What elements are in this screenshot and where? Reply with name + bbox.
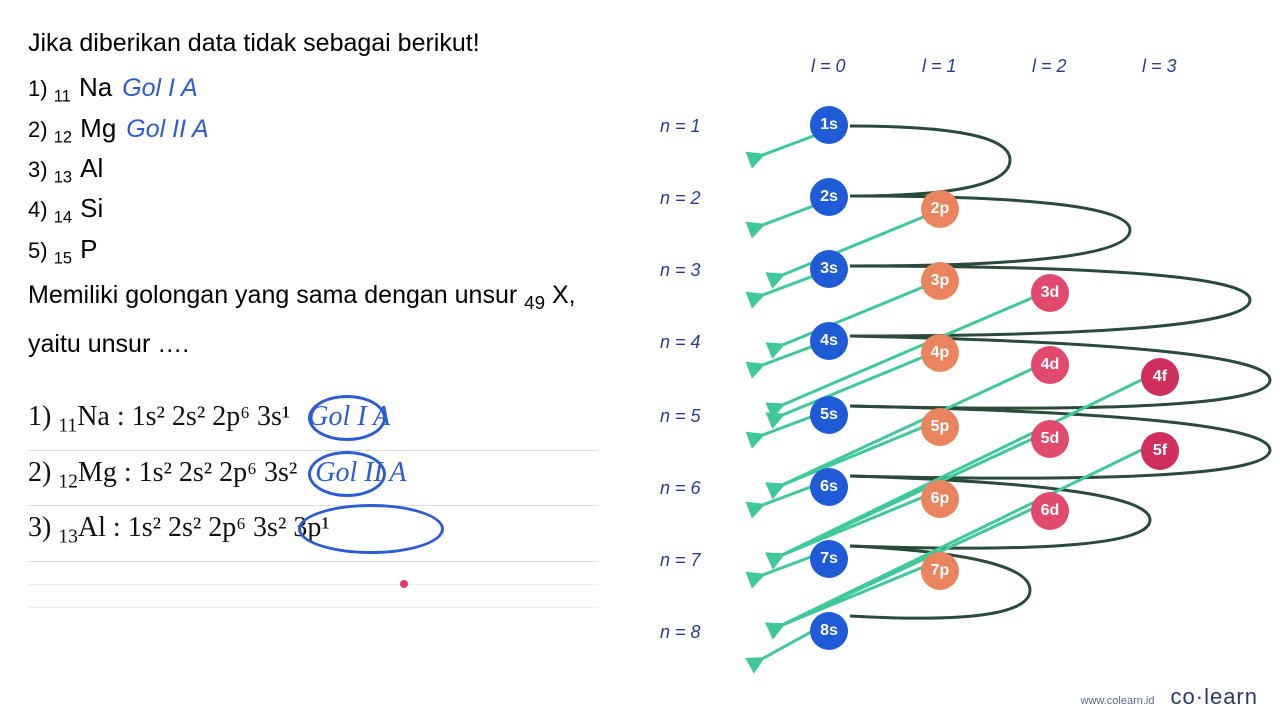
question-item: 1) 11 NaGol I A — [28, 72, 598, 106]
left-panel: Jika diberikan data tidak sebagai beriku… — [28, 20, 598, 608]
n-label: n = 4 — [660, 332, 701, 353]
l-header: l = 3 — [1142, 56, 1177, 77]
orbital-6p: 6p — [921, 480, 959, 518]
orbital-1s: 1s — [810, 106, 848, 144]
orbital-5f: 5f — [1141, 432, 1179, 470]
n-label: n = 2 — [660, 188, 701, 209]
orbital-3s: 3s — [810, 250, 848, 288]
closing-sub: 49 — [524, 292, 545, 313]
orbital-7p: 7p — [921, 552, 959, 590]
aufbau-diagram: l = 0 l = 1 l = 2 l = 3 n = 1 n = 2 n = 3 n = 4… — [660, 40, 1270, 690]
orbital-4d: 4d — [1031, 346, 1069, 384]
orbital-8s: 8s — [810, 612, 848, 650]
orbital-4s: 4s — [810, 322, 848, 360]
blank-line — [28, 584, 598, 585]
orbital-3p: 3p — [921, 262, 959, 300]
laser-pointer-icon — [400, 580, 408, 588]
work-line: 2) 12Mg : 1s² 2s² 2p⁶ 3s²Gol II A — [28, 451, 598, 507]
orbital-4p: 4p — [921, 334, 959, 372]
question-list: 1) 11 NaGol I A 2) 12 MgGol II A 3) 13 Al 4… — [28, 72, 598, 268]
n-label: n = 8 — [660, 622, 701, 643]
orbital-5d: 5d — [1031, 420, 1069, 458]
orbital-7s: 7s — [810, 540, 848, 578]
orbital-3d: 3d — [1031, 274, 1069, 312]
question-closing: Memiliki golongan yang sama dengan unsur… — [28, 272, 598, 367]
question-item: 2) 12 MgGol II A — [28, 113, 598, 147]
work-area: 1) 11Na : 1s² 2s² 2p⁶ 3s¹Gol I A2) 12Mg … — [28, 395, 598, 562]
work-line: 3) 13Al : 1s² 2s² 2p⁶ 3s² 3p¹ — [28, 506, 598, 562]
l-header: l = 2 — [1032, 56, 1067, 77]
orbital-4f: 4f — [1141, 358, 1179, 396]
aufbau-arrows — [720, 90, 1280, 720]
blank-line — [28, 607, 598, 608]
closing-a: Memiliki golongan yang sama dengan unsur — [28, 281, 524, 309]
l-header: l = 1 — [922, 56, 957, 77]
l-header: l = 0 — [811, 56, 846, 77]
n-label: n = 6 — [660, 478, 701, 499]
question-intro: Jika diberikan data tidak sebagai beriku… — [28, 20, 598, 66]
work-line: 1) 11Na : 1s² 2s² 2p⁶ 3s¹Gol I A — [28, 395, 598, 451]
orbital-5p: 5p — [921, 408, 959, 446]
orbital-6s: 6s — [810, 468, 848, 506]
n-label: n = 5 — [660, 406, 701, 427]
orbital-6d: 6d — [1031, 492, 1069, 530]
orbital-5s: 5s — [810, 396, 848, 434]
question-item: 4) 14 Si — [28, 193, 598, 227]
n-label: n = 3 — [660, 260, 701, 281]
question-item: 5) 15 P — [28, 234, 598, 268]
question-item: 3) 13 Al — [28, 153, 598, 187]
n-label: n = 7 — [660, 550, 701, 571]
orbital-2p: 2p — [921, 190, 959, 228]
orbital-2s: 2s — [810, 178, 848, 216]
n-label: n = 1 — [660, 116, 701, 137]
